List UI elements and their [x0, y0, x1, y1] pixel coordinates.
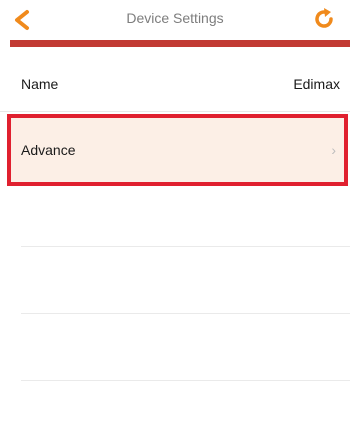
name-label: Name [21, 76, 59, 92]
list-divider [21, 246, 350, 247]
refresh-icon [315, 8, 333, 28]
header-accent-bar [10, 40, 350, 47]
setting-row-name[interactable]: Name Edimax [0, 48, 350, 112]
device-settings-screen: Device Settings Name Edimax Advance › [0, 0, 350, 446]
list-divider [21, 380, 350, 381]
list-divider [21, 313, 350, 314]
nav-bar: Device Settings [0, 0, 350, 40]
chevron-right-icon: › [331, 142, 336, 158]
advance-label: Advance [21, 142, 76, 158]
setting-row-advance[interactable]: Advance › [7, 114, 348, 186]
page-title: Device Settings [126, 10, 224, 26]
back-button[interactable] [10, 8, 34, 32]
name-value: Edimax [293, 76, 340, 92]
chevron-left-icon [15, 10, 29, 30]
refresh-button[interactable] [311, 6, 337, 32]
